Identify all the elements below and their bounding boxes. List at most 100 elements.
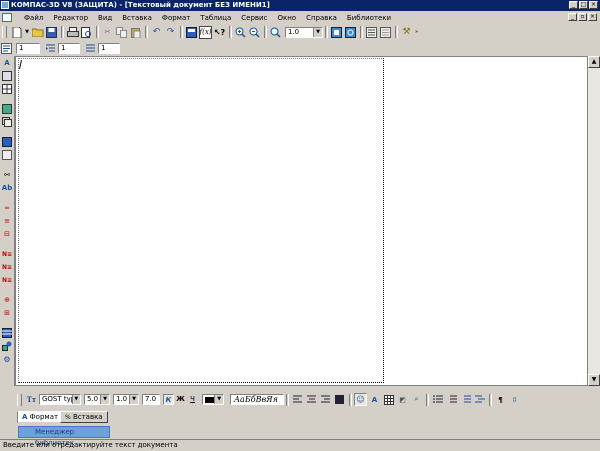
- panel-list-icon[interactable]: [379, 26, 392, 39]
- paste-icon[interactable]: [129, 26, 142, 39]
- menu-insert[interactable]: Вставка: [117, 14, 157, 22]
- library-manager-tab[interactable]: Менеджер библиотек: [18, 426, 110, 447]
- help-pointer-icon[interactable]: ↖?: [213, 26, 226, 39]
- find-icon[interactable]: ⌕: [410, 393, 423, 406]
- copy-icon[interactable]: [115, 26, 128, 39]
- paragraph-mark-icon[interactable]: ¶: [494, 393, 507, 406]
- function-icon[interactable]: f(x): [199, 25, 212, 39]
- chevron-down-icon[interactable]: ▼: [214, 395, 223, 404]
- document-icon[interactable]: [2, 13, 12, 22]
- chevron-down-icon[interactable]: ▼: [129, 395, 138, 404]
- doc-minimize-button[interactable]: _: [568, 13, 577, 21]
- scroll-down-icon[interactable]: ▼: [588, 374, 600, 386]
- paragraph-icon[interactable]: [0, 42, 13, 55]
- toolbar-grip[interactable]: [17, 393, 22, 406]
- align-justify-icon[interactable]: [333, 393, 346, 406]
- new-document-icon[interactable]: [10, 26, 23, 39]
- chevron-down-icon[interactable]: ▼: [71, 395, 80, 404]
- menu-file[interactable]: Файл: [19, 14, 48, 22]
- menu-view[interactable]: Вид: [93, 14, 117, 22]
- refresh-icon[interactable]: [344, 26, 357, 39]
- text-color-field[interactable]: ▼: [202, 394, 224, 405]
- insert-picture-icon[interactable]: ◩: [396, 393, 409, 406]
- text-style-icon[interactable]: A: [368, 393, 381, 406]
- close-button[interactable]: ×: [589, 1, 598, 9]
- spec-icon[interactable]: [1, 136, 13, 148]
- numbered-list-icon[interactable]: [445, 393, 458, 406]
- toolbar-overflow-icon[interactable]: »: [414, 26, 419, 39]
- page-frame[interactable]: [18, 58, 384, 383]
- layers-icon[interactable]: [1, 116, 13, 128]
- tab-insert[interactable]: % Вставка: [60, 411, 108, 423]
- menu-window[interactable]: Окно: [272, 14, 301, 22]
- reports-icon[interactable]: [1, 149, 13, 161]
- menu-help[interactable]: Справка: [301, 14, 342, 22]
- menu-editor[interactable]: Редактор: [48, 14, 93, 22]
- zoom-scale-icon[interactable]: [269, 26, 282, 39]
- text-tool-icon[interactable]: A: [1, 57, 13, 69]
- maximize-button[interactable]: □: [579, 1, 588, 9]
- tools-icon[interactable]: ⚒: [400, 26, 413, 39]
- decrease-indent-icon[interactable]: [459, 393, 472, 406]
- char-size-field[interactable]: 7.0: [142, 394, 160, 405]
- chevron-down-icon[interactable]: ▼: [100, 395, 109, 404]
- show-all-icon[interactable]: [330, 26, 343, 39]
- red-tool-1-icon[interactable]: ═: [1, 202, 13, 214]
- align-center-icon[interactable]: [305, 393, 318, 406]
- app-icon[interactable]: [1, 1, 9, 9]
- align-right-icon[interactable]: [319, 393, 332, 406]
- zoom-out-icon[interactable]: [248, 26, 261, 39]
- param-field-1[interactable]: 1: [16, 42, 40, 54]
- attributes-tool-icon[interactable]: ⚙: [1, 353, 13, 365]
- font-size-field[interactable]: 5.0 ▼: [84, 394, 110, 405]
- zoom-field[interactable]: 1.0 ▼: [285, 26, 323, 38]
- open-folder-icon[interactable]: [31, 26, 44, 39]
- bold-button[interactable]: Ж: [175, 394, 186, 405]
- red-tool-3-icon[interactable]: ⊟: [1, 228, 13, 240]
- vertical-scrollbar[interactable]: ▲ ▼: [588, 56, 600, 386]
- line-spacing-field[interactable]: 1.0 ▼: [113, 394, 139, 405]
- menu-libraries[interactable]: Библиотеки: [342, 14, 396, 22]
- shapes-tool-icon[interactable]: [1, 340, 13, 352]
- print-preview-icon[interactable]: [80, 26, 93, 39]
- indent-icon[interactable]: [44, 42, 57, 55]
- variables-icon[interactable]: [185, 26, 198, 39]
- list-icon[interactable]: [431, 393, 444, 406]
- doc-restore-button[interactable]: ▫: [578, 13, 587, 21]
- numbering-2-icon[interactable]: N≡: [1, 261, 13, 273]
- menu-service[interactable]: Сервис: [236, 14, 272, 22]
- spacing-icon[interactable]: [84, 42, 97, 55]
- increase-indent-icon[interactable]: [473, 393, 486, 406]
- scroll-up-icon[interactable]: ▲: [588, 56, 600, 68]
- undo-icon[interactable]: ↶: [150, 26, 163, 39]
- font-ab-icon[interactable]: Ab: [1, 182, 13, 194]
- font-name-field[interactable]: GOST type ▼: [39, 394, 81, 405]
- underline-button[interactable]: Ч: [187, 394, 198, 405]
- cut-icon[interactable]: ✂: [101, 26, 114, 39]
- insert-symbol-icon[interactable]: ☺: [354, 393, 367, 406]
- zoom-in-icon[interactable]: [234, 26, 247, 39]
- panel-icon[interactable]: [365, 26, 378, 39]
- param-field-3[interactable]: 1: [98, 42, 120, 54]
- symbol-tool-icon[interactable]: [1, 70, 13, 82]
- red-tool-4-icon[interactable]: ⊕: [1, 294, 13, 306]
- numbering-1-icon[interactable]: N≡: [1, 248, 13, 260]
- italic-button[interactable]: К: [163, 394, 174, 405]
- insert-table-icon[interactable]: [382, 393, 395, 406]
- minimize-button[interactable]: _: [569, 1, 578, 9]
- insert-fragment-icon[interactable]: [1, 103, 13, 115]
- font-type-icon[interactable]: Tт: [25, 393, 38, 406]
- table-tool-icon[interactable]: [1, 83, 13, 95]
- grid-tool-icon[interactable]: [1, 327, 13, 339]
- doc-close-button[interactable]: ×: [588, 13, 597, 21]
- align-left-icon[interactable]: [291, 393, 304, 406]
- menu-format[interactable]: Формат: [157, 14, 195, 22]
- redo-icon[interactable]: ↷: [164, 26, 177, 39]
- new-dropdown-icon[interactable]: ▼: [24, 26, 30, 39]
- chevron-down-icon[interactable]: ▼: [313, 27, 322, 37]
- red-tool-2-icon[interactable]: ≡: [1, 215, 13, 227]
- save-icon[interactable]: [45, 26, 58, 39]
- special-insert-icon[interactable]: ⇳: [508, 393, 521, 406]
- param-field-2[interactable]: 1: [58, 42, 80, 54]
- red-tool-5-icon[interactable]: ⊞: [1, 307, 13, 319]
